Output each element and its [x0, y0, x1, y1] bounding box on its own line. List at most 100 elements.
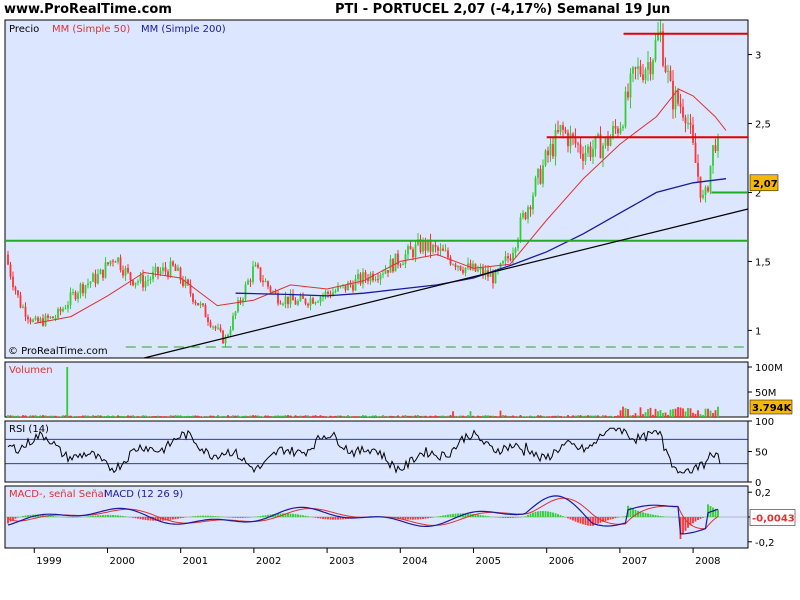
volume-bar [487, 415, 489, 417]
candle-body [664, 65, 667, 72]
volume-bar [417, 415, 419, 417]
volume-bar [379, 416, 382, 417]
candle-body [602, 145, 604, 159]
macd-hist-bar [544, 511, 547, 517]
candle-body [252, 266, 254, 282]
candle-body [442, 248, 444, 251]
volume-bar [84, 415, 87, 417]
macd-hist-bar [644, 512, 647, 517]
volume-bar [22, 415, 24, 417]
volume-bar [239, 416, 242, 417]
candle-body [17, 290, 19, 296]
rsi-y-tick-label: 50 [755, 448, 768, 459]
volume-bar [577, 415, 579, 417]
macd-hist-bar [264, 515, 267, 517]
volume-bar [327, 416, 329, 417]
macd-hist-bar [192, 516, 194, 517]
volume-bar [244, 415, 247, 417]
volume-bar [87, 415, 89, 417]
volume-bar [399, 416, 402, 417]
volume-bar [362, 415, 364, 417]
volume-bar [287, 415, 289, 417]
candle-body [47, 315, 49, 318]
volume-bar [447, 415, 449, 417]
volume-bar [539, 415, 542, 417]
candle-body [204, 305, 207, 318]
macd-hist-bar [217, 516, 219, 517]
volume-bar [424, 415, 427, 417]
candle-body [689, 122, 692, 125]
volume-bar [529, 415, 532, 417]
candle-body [702, 195, 704, 198]
volume-bar [204, 416, 207, 417]
candle-body [87, 283, 89, 286]
candle-body [437, 247, 439, 251]
volume-bar [14, 415, 17, 417]
volume-bar [119, 415, 122, 417]
candle-body [654, 40, 657, 61]
macd-hist-bar [209, 515, 212, 517]
x-tick-label: 2001 [183, 556, 208, 567]
volume-bar [317, 416, 319, 417]
volume-bar [397, 415, 399, 417]
candle-body [652, 60, 654, 75]
volume-bar [649, 407, 652, 417]
volume-bar [294, 415, 297, 417]
candle-body [169, 261, 172, 277]
macd-hist-bar [692, 517, 694, 524]
candle-body [22, 306, 24, 308]
candle-body [222, 330, 224, 344]
macd-hist-bar [439, 515, 442, 517]
volume-bar [479, 416, 482, 417]
volume-bar [474, 416, 477, 417]
volume-bar [299, 415, 302, 417]
candle-body [559, 125, 562, 132]
volume-bar [492, 415, 494, 417]
candle-body [147, 280, 149, 282]
macd-hist-bar [657, 515, 659, 517]
candle-body [704, 187, 707, 196]
candle-body [457, 265, 459, 268]
candle-body [49, 316, 52, 318]
volume-bar [597, 415, 599, 417]
candle-body [52, 316, 54, 319]
candle-body [197, 302, 199, 306]
macd-hist-bar [92, 515, 94, 517]
candle-body [37, 317, 39, 322]
volume-bar [52, 415, 54, 417]
volume-bar [542, 415, 544, 417]
macd-hist-bar [197, 515, 199, 517]
candle-body [604, 137, 607, 146]
volume-bar [607, 416, 609, 417]
volume-bar [94, 415, 97, 417]
candle-body [34, 317, 37, 320]
macd-hist-bar [452, 513, 454, 517]
candle-body [439, 248, 442, 251]
macd-hist-bar [567, 517, 569, 519]
volume-bar [482, 415, 484, 417]
volume-bar [289, 415, 292, 417]
macd-hist-bar [552, 512, 554, 517]
candle-body [44, 315, 47, 326]
candle-body [294, 300, 297, 305]
volume-bar [27, 416, 29, 417]
volume-bar [44, 415, 47, 417]
candle-body [434, 245, 437, 248]
volume-bar [359, 416, 362, 417]
candle-body [399, 264, 402, 266]
volume-bar [444, 416, 447, 417]
macd-hist-bar [194, 516, 197, 517]
candle-body [609, 137, 612, 146]
volume-bar [59, 416, 62, 417]
candle-body [382, 273, 384, 275]
candle-body [334, 291, 337, 293]
candle-body [177, 267, 179, 271]
volume-bar [117, 415, 119, 417]
volume-bar [652, 414, 654, 417]
volume-bar [354, 416, 357, 417]
volume-bar [537, 415, 539, 417]
candle-body [379, 274, 382, 280]
volume-bar [622, 406, 624, 417]
volume-bar [357, 416, 359, 417]
candle-body [64, 308, 67, 310]
